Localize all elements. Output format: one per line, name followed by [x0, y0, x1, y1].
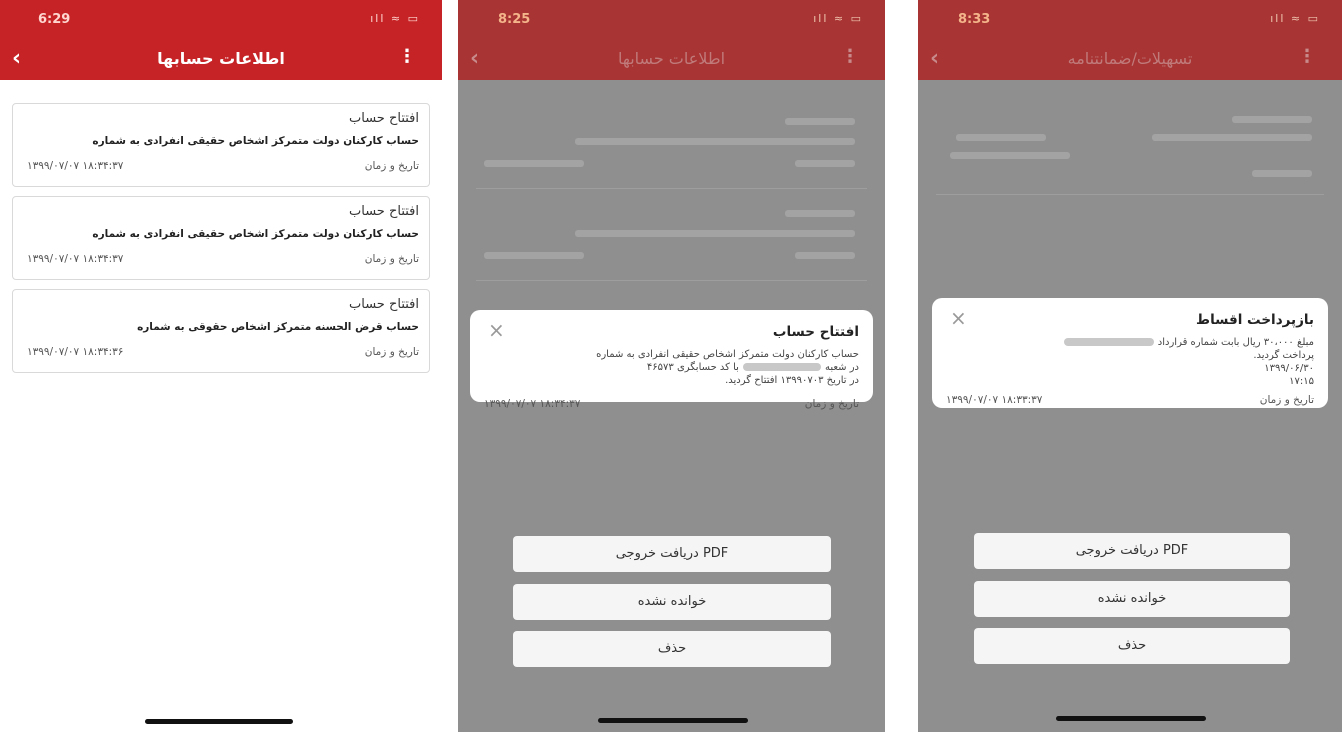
redacted-text: [742, 363, 821, 371]
page-title: تسهیلات/ضمانتنامه: [1067, 49, 1193, 68]
card-date-value: ۱۳۹۹/۰۷/۰۷ ۱۸:۳۴:۳۷: [27, 253, 124, 265]
card-title: افتتاح حساب: [349, 297, 419, 312]
download-pdf-button[interactable]: دریافت خروجی PDF: [974, 533, 1290, 569]
app-bar: ‹ تسهیلات/ضمانتنامه ⋮: [918, 38, 1342, 80]
app-bar: ‹ اطلاعات حسابها ⋮: [458, 38, 885, 80]
status-bar: 8:33 ıll ≈ ▭: [918, 0, 1342, 38]
card-description: حساب قرض الحسنه متمرکز اشخاص حقوقی به شم…: [137, 321, 419, 333]
delete-button[interactable]: حذف: [513, 631, 831, 667]
more-menu-icon: ⋮: [1298, 46, 1316, 67]
message-line: در شعبهبا کد حسابگری ۴۶۵۷۳: [646, 362, 859, 373]
dialog-date-value: ۱۳۹۹/۰۷/۰۷ ۱۸:۳۴:۳۷: [484, 398, 581, 410]
page-title: اطلاعات حسابها: [157, 49, 285, 68]
dimmed-list-item: [936, 104, 1324, 195]
card-title: افتتاح حساب: [349, 111, 419, 126]
dialog-date-label: تاریخ و زمان: [1259, 394, 1314, 406]
card-title: افتتاح حساب: [349, 204, 419, 219]
card-description: حساب کارکنان دولت متمرکز اشخاص حقیقی انف…: [92, 135, 419, 147]
message-line: مبلغ ۳۰،۰۰۰ ریال بابت شماره قرارداد: [946, 336, 1314, 349]
close-icon[interactable]: ×: [488, 318, 505, 342]
mark-unread-button[interactable]: خوانده نشده: [974, 581, 1290, 617]
dimmed-list-item: [476, 196, 867, 281]
screen-account-list: 6:29 ıll ≈ ▭ ‹ اطلاعات حسابها ⋮ افتتاح ح…: [0, 0, 442, 732]
dialog-message: مبلغ ۳۰،۰۰۰ ریال بابت شماره قرارداد پردا…: [946, 336, 1314, 388]
notification-card[interactable]: افتتاح حساب حساب قرض الحسنه متمرکز اشخاص…: [12, 289, 430, 373]
redacted-text: [1063, 338, 1154, 346]
notification-detail-dialog: بازپرداخت اقساط × مبلغ ۳۰،۰۰۰ ریال بابت …: [932, 298, 1328, 408]
mark-unread-button[interactable]: خوانده نشده: [513, 584, 831, 620]
dialog-message: حساب کارکنان دولت متمرکز اشخاص حقیقی انف…: [484, 348, 859, 387]
notification-card[interactable]: افتتاح حساب حساب کارکنان دولت متمرکز اشخ…: [12, 196, 430, 280]
dialog-title: بازپرداخت اقساط: [1196, 312, 1314, 328]
app-bar: ‹ اطلاعات حسابها ⋮: [0, 38, 442, 80]
screen-installment-payment-detail: 8:33 ıll ≈ ▭ ‹ تسهیلات/ضمانتنامه ⋮ بازپر…: [918, 0, 1342, 732]
signal-wifi-battery-icon: ıll ≈ ▭: [1270, 12, 1320, 25]
status-bar: 8:25 ıll ≈ ▭: [458, 0, 885, 38]
download-pdf-button[interactable]: دریافت خروجی PDF: [513, 536, 831, 572]
page-title: اطلاعات حسابها: [617, 49, 726, 68]
message-line: حساب کارکنان دولت متمرکز اشخاص حقیقی انف…: [596, 349, 859, 360]
home-indicator[interactable]: [1056, 716, 1206, 721]
message-line: ۱۷:۱۵: [1289, 376, 1314, 387]
status-time: 8:33: [958, 12, 991, 27]
notification-detail-dialog: افتتاح حساب × حساب کارکنان دولت متمرکز ا…: [470, 310, 873, 410]
message-line: ۱۳۹۹/۰۶/۳۰: [1264, 363, 1314, 374]
notification-card[interactable]: افتتاح حساب حساب کارکنان دولت متمرکز اشخ…: [12, 103, 430, 187]
card-date-label: تاریخ و زمان: [364, 346, 419, 358]
dialog-date-value: ۱۳۹۹/۰۷/۰۷ ۱۸:۳۳:۳۷: [946, 394, 1043, 406]
message-line: پرداخت گردید.: [1253, 350, 1314, 361]
home-indicator[interactable]: [598, 718, 748, 723]
more-menu-icon[interactable]: ⋮: [398, 46, 416, 67]
dialog-title: افتتاح حساب: [772, 324, 859, 340]
status-time: 6:29: [38, 12, 71, 27]
message-line: در تاریخ ۱۳۹۹۰۷۰۳ افتتاح گردید.: [725, 375, 859, 386]
home-indicator[interactable]: [145, 719, 293, 724]
close-icon[interactable]: ×: [950, 306, 967, 330]
card-date-label: تاریخ و زمان: [364, 160, 419, 172]
dialog-date-label: تاریخ و زمان: [804, 398, 859, 410]
dimmed-list-item: [476, 104, 867, 189]
status-bar: 6:29 ıll ≈ ▭: [0, 0, 442, 38]
card-description: حساب کارکنان دولت متمرکز اشخاص حقیقی انف…: [92, 228, 419, 240]
delete-button[interactable]: حذف: [974, 628, 1290, 664]
screen-account-opening-detail: 8:25 ıll ≈ ▭ ‹ اطلاعات حسابها ⋮ افتتاح ح…: [458, 0, 885, 732]
card-date-value: ۱۳۹۹/۰۷/۰۷ ۱۸:۳۴:۳۶: [27, 346, 124, 358]
signal-wifi-battery-icon: ıll ≈ ▭: [813, 12, 863, 25]
card-date-value: ۱۳۹۹/۰۷/۰۷ ۱۸:۳۴:۳۷: [27, 160, 124, 172]
signal-wifi-battery-icon: ıll ≈ ▭: [370, 12, 420, 25]
status-time: 8:25: [498, 12, 531, 27]
more-menu-icon: ⋮: [841, 46, 859, 67]
card-date-label: تاریخ و زمان: [364, 253, 419, 265]
